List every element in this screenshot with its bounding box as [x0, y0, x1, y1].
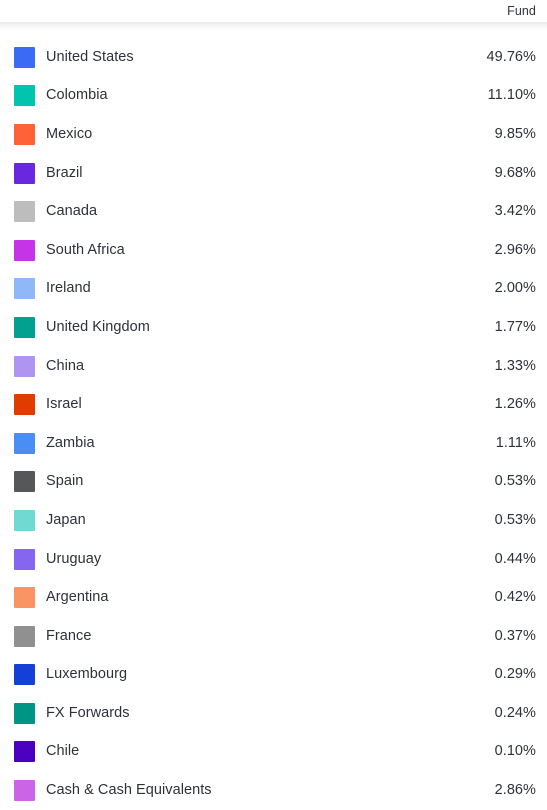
row-weight-value: 0.44% — [494, 550, 536, 567]
row-country-label: Japan — [46, 511, 86, 528]
row-weight-value: 1.11% — [495, 434, 536, 451]
row-country-label: China — [46, 357, 85, 374]
color-swatch-icon — [14, 741, 35, 763]
fund-allocation-panel: Fund United States 49.76% Colombia 11.10% Me… — [0, 0, 547, 802]
row-weight-value: 1.77% — [494, 318, 536, 335]
table-row[interactable]: Luxembourg 0.29% — [0, 656, 547, 695]
color-swatch-icon — [14, 46, 35, 68]
table-row[interactable]: Uruguay 0.44% — [0, 540, 547, 579]
color-swatch-icon — [14, 162, 35, 184]
row-country-label: United Kingdom — [46, 318, 150, 335]
row-country-label: Luxembourg — [46, 666, 128, 683]
row-country-label: Brazil — [46, 164, 83, 181]
row-weight-value: 0.53% — [494, 473, 536, 490]
row-country-label: United States — [46, 48, 134, 65]
allocation-rows-list: United States 49.76% Colombia 11.10% Mexico 9… — [0, 31, 547, 810]
color-swatch-icon — [14, 471, 35, 493]
row-country-label: South Africa — [46, 241, 125, 258]
table-row[interactable]: Argentina 0.42% — [0, 578, 547, 617]
table-row[interactable]: Zambia 1.11% — [0, 424, 547, 463]
color-swatch-icon — [14, 123, 35, 145]
row-weight-value: 0.53% — [494, 511, 536, 528]
row-country-label: Chile — [46, 743, 80, 760]
table-row[interactable]: United Kingdom 1.77% — [0, 308, 547, 347]
table-row[interactable]: France 0.37% — [0, 617, 547, 656]
row-country-label: Argentina — [46, 589, 109, 606]
header-divider-shadow — [0, 22, 547, 31]
color-swatch-icon — [14, 278, 35, 300]
table-row[interactable]: Cash & Cash Equivalents 2.86% — [0, 771, 547, 810]
color-swatch-icon — [14, 432, 35, 454]
color-swatch-icon — [14, 394, 35, 416]
table-row[interactable]: Colombia 11.10% — [0, 77, 547, 116]
table-row[interactable]: Mexico 9.85% — [0, 115, 547, 154]
row-weight-value: 3.42% — [494, 203, 536, 220]
row-weight-value: 2.96% — [494, 241, 536, 258]
table-row[interactable]: China 1.33% — [0, 347, 547, 386]
table-row[interactable]: Spain 0.53% — [0, 463, 547, 502]
table-row[interactable]: Japan 0.53% — [0, 501, 547, 540]
color-swatch-icon — [14, 239, 35, 261]
color-swatch-icon — [14, 664, 35, 686]
row-country-label: Ireland — [46, 280, 91, 297]
table-row[interactable]: Canada 3.42% — [0, 192, 547, 231]
row-weight-value: 2.86% — [494, 782, 536, 799]
row-country-label: Uruguay — [46, 550, 102, 567]
table-row[interactable]: Chile 0.10% — [0, 733, 547, 772]
row-weight-value: 0.42% — [494, 589, 536, 606]
color-swatch-icon — [14, 316, 35, 338]
row-country-label: France — [46, 627, 92, 644]
row-country-label: Zambia — [46, 434, 95, 451]
color-swatch-icon — [14, 548, 35, 570]
row-country-label: Colombia — [46, 87, 108, 104]
color-swatch-icon — [14, 201, 35, 223]
row-weight-value: 49.76% — [486, 48, 536, 65]
table-row[interactable]: Ireland 2.00% — [0, 270, 547, 309]
row-weight-value: 0.24% — [494, 704, 536, 721]
row-country-label: Cash & Cash Equivalents — [46, 782, 212, 799]
row-weight-value: 9.68% — [494, 164, 536, 181]
table-row[interactable]: Israel 1.26% — [0, 385, 547, 424]
table-header: Fund — [0, 0, 547, 22]
row-country-label: Israel — [46, 396, 82, 413]
color-swatch-icon — [14, 355, 35, 377]
row-weight-value: 1.33% — [494, 357, 536, 374]
row-country-label: Spain — [46, 473, 84, 490]
row-weight-value: 2.00% — [494, 280, 536, 297]
column-header-fund: Fund — [507, 4, 536, 18]
table-row[interactable]: FX Forwards 0.24% — [0, 694, 547, 733]
row-weight-value: 0.37% — [494, 627, 536, 644]
table-row[interactable]: Brazil 9.68% — [0, 154, 547, 193]
row-weight-value: 1.26% — [494, 396, 536, 413]
row-weight-value: 0.10% — [494, 743, 536, 760]
row-weight-value: 0.29% — [494, 666, 536, 683]
table-row[interactable]: South Africa 2.96% — [0, 231, 547, 270]
row-weight-value: 9.85% — [494, 125, 536, 142]
table-row[interactable]: United States 49.76% — [0, 38, 547, 77]
color-swatch-icon — [14, 702, 35, 724]
row-country-label: Canada — [46, 203, 98, 220]
color-swatch-icon — [14, 587, 35, 609]
color-swatch-icon — [14, 625, 35, 647]
row-country-label: Mexico — [46, 125, 93, 142]
color-swatch-icon — [14, 85, 35, 107]
row-country-label: FX Forwards — [46, 704, 130, 721]
row-weight-value: 11.10% — [487, 87, 536, 104]
color-swatch-icon — [14, 780, 35, 802]
color-swatch-icon — [14, 509, 35, 531]
